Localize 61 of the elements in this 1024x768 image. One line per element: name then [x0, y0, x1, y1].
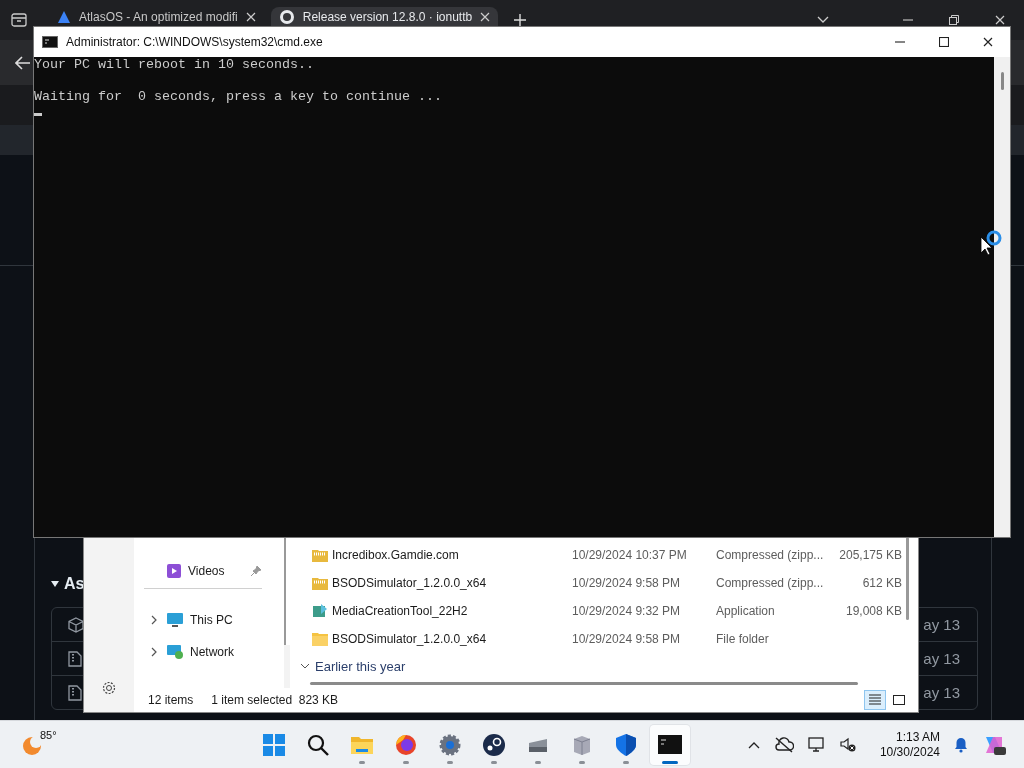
asset-date: ay 13 [923, 650, 960, 667]
search-icon [306, 732, 330, 757]
cloud-off-icon[interactable] [773, 736, 794, 753]
triangle-logo-icon [57, 10, 71, 24]
chevron-right-icon[interactable] [151, 647, 157, 657]
item-count: 12 items [148, 693, 194, 707]
video-icon [166, 563, 182, 579]
close-icon[interactable] [983, 37, 993, 47]
group-header[interactable]: Earlier this year [290, 653, 918, 679]
chevron-down-icon[interactable] [817, 16, 829, 24]
console-line: Your PC will reboot in 10 seconds.. [34, 57, 315, 74]
clock[interactable]: 1:13 AM 10/30/2024 [879, 729, 940, 760]
monitor-icon[interactable] [807, 736, 826, 753]
asset-date: ay 13 [923, 616, 960, 633]
tab-close-button[interactable] [480, 12, 491, 22]
monitor-icon [166, 612, 184, 628]
caret-icon[interactable] [50, 580, 60, 588]
file-row[interactable]: Incredibox.Gamdie.com 10/29/2024 10:37 PM Compressed (zipp... 205,175 KB [290, 541, 918, 569]
zip-folder-icon [312, 576, 328, 590]
terminal-icon [658, 732, 682, 757]
shield-icon [614, 732, 638, 757]
gear-icon [438, 732, 462, 757]
section-heading: As [64, 575, 85, 593]
file-row[interactable]: MediaCreationTool_22H2 10/29/2024 9:32 PM Application 19,008 KB [290, 597, 918, 625]
tab-list-icon[interactable] [11, 13, 27, 27]
nav-item[interactable]: Videos [134, 555, 284, 587]
file-row[interactable]: BSODSimulator_1.2.0.0_x64 10/29/2024 9:58 PM Compressed (zipp... 612 KB [290, 569, 918, 597]
list-view-icon [868, 694, 882, 706]
chevron-down-icon [300, 663, 310, 669]
speaker-muted-icon[interactable] [839, 736, 856, 753]
asset-date: ay 13 [923, 684, 960, 701]
nav-item[interactable]: This PC [134, 604, 284, 636]
zip-folder-icon [312, 548, 328, 562]
start-icon [262, 732, 286, 757]
tab-close-button[interactable] [245, 12, 256, 22]
console-icon [42, 36, 58, 48]
maximize-icon[interactable] [939, 37, 949, 47]
back-arrow-icon[interactable] [15, 55, 31, 70]
file-row[interactable]: BSODSimulator_1.2.0.0_x64 10/29/2024 9:58 PM File folder [290, 625, 918, 653]
pin-icon [250, 565, 262, 577]
browser-tab[interactable]: Release version 12.8.0 · ionuttb [270, 7, 499, 27]
taskbar-button[interactable] [650, 724, 690, 765]
folder-icon [312, 632, 328, 646]
window-title: Administrator: C:\WINDOWS\system32\cmd.exe [66, 35, 323, 49]
cube-icon [68, 616, 84, 633]
console-line: Waiting for 0 seconds, press a key to continue ... [34, 89, 443, 105]
preview-icon [892, 694, 906, 706]
new-tab-icon[interactable] [514, 14, 527, 26]
restore-icon[interactable] [949, 15, 959, 25]
installer-icon [312, 603, 328, 619]
file-zip-icon [68, 650, 82, 667]
temperature: 85° [40, 728, 57, 741]
file-zip-icon [68, 684, 82, 701]
chevron-right-icon[interactable] [151, 615, 157, 625]
settings-icon[interactable] [101, 680, 117, 696]
bell-icon[interactable] [954, 736, 968, 753]
chevron-up-icon[interactable] [747, 740, 760, 749]
selection-info: 1 item selected 823 KB [211, 693, 339, 707]
browser-tab[interactable]: AtlasOS - An optimized modifi [49, 7, 264, 27]
nav-item[interactable]: Network [134, 636, 284, 668]
network-icon [166, 644, 184, 660]
